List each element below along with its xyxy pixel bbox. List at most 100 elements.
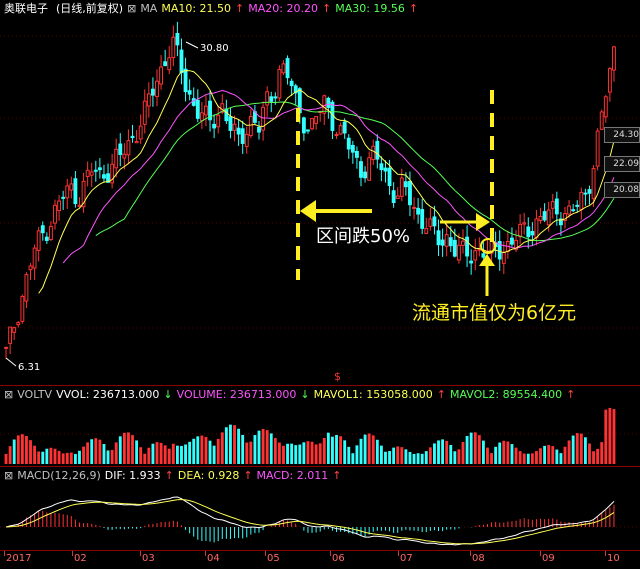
volume-bar (196, 436, 200, 464)
event-marker[interactable]: $ (334, 370, 341, 383)
x-axis-label: 10 (607, 553, 620, 564)
volume-bar (392, 447, 396, 464)
mavol1-value: MAVOL1: 153058.000 (313, 388, 433, 401)
volume-bar (367, 433, 371, 464)
volume-bar (608, 407, 612, 464)
volume-bar (261, 428, 265, 464)
volume-indicator-name[interactable]: VOLTV (17, 388, 52, 401)
candle (65, 185, 70, 199)
price-box-2: 22.09 (604, 156, 640, 172)
candle (44, 236, 49, 241)
candle (89, 171, 94, 176)
candle (363, 171, 368, 179)
volume-bar (147, 447, 151, 464)
volume-bar (25, 435, 28, 464)
candle (16, 322, 21, 326)
candle (155, 80, 159, 98)
volume-bar (592, 451, 595, 464)
volume-bar (355, 445, 359, 464)
volume-bar (290, 443, 294, 464)
price-box-3: 20.08 (604, 182, 640, 198)
x-axis-label: 04 (207, 553, 220, 564)
volume-bar (20, 434, 24, 464)
candle (301, 117, 306, 134)
volume-bar (114, 442, 118, 464)
candle (163, 61, 168, 67)
volume-bar (94, 438, 98, 464)
dif-up-arrow-icon: ↑ (164, 469, 174, 482)
volume-bar (65, 452, 69, 464)
volume-bar (428, 447, 432, 464)
candle (546, 209, 551, 226)
candle (142, 100, 147, 125)
candle (518, 223, 523, 238)
volume-bar (612, 409, 616, 464)
candle (448, 237, 453, 247)
candle (159, 66, 164, 85)
volume-bar (331, 436, 334, 464)
volume-bar (151, 443, 155, 464)
x-axis-tick (265, 551, 266, 556)
x-axis-label: 2017 (6, 553, 32, 564)
volume-bar (253, 435, 257, 464)
volume-bar (481, 440, 485, 464)
volume-bar (110, 449, 114, 464)
price-chart[interactable]: 30.80 6.31 $ (0, 18, 640, 383)
volume-bar (257, 430, 261, 464)
candle (342, 121, 347, 134)
settings-icon[interactable]: ⊠ (127, 2, 136, 15)
volume-bar (457, 449, 461, 464)
price-box-1: 24.30 (604, 127, 640, 143)
volume-bar (204, 436, 208, 464)
volume-bar (184, 444, 187, 464)
volume-bar (102, 444, 106, 464)
volume-bar (384, 451, 387, 464)
candle (265, 91, 270, 106)
dif-value: DIF: 1.933 (104, 469, 161, 482)
volume-chart[interactable] (0, 404, 640, 466)
candle (510, 237, 514, 245)
volume-bar (90, 439, 94, 464)
macd-indicator-name[interactable]: MACD(12,26,9) (17, 469, 101, 482)
candle (440, 239, 445, 246)
candle (212, 123, 217, 129)
volume-bar (49, 447, 53, 464)
candle (69, 183, 74, 191)
ma30-value: MA30: 19.56 (335, 2, 405, 15)
stock-name[interactable]: 奥联电子 (0, 2, 48, 15)
volume-bar (400, 447, 404, 464)
indicator-name[interactable]: MA (140, 2, 157, 15)
mavol2-value: MAVOL2: 89554.400 (449, 388, 563, 401)
volume-bar (86, 442, 90, 464)
candle (236, 127, 241, 135)
volume-bar (298, 444, 302, 464)
candle (322, 95, 327, 114)
volume-bar (277, 442, 281, 464)
volume-bar (273, 437, 277, 464)
right-arrow-head-icon (476, 213, 490, 231)
x-axis-tick (398, 551, 399, 556)
macd-chart[interactable] (0, 485, 640, 550)
candle (542, 211, 547, 221)
candle (375, 140, 380, 160)
drop-arrow-head-icon (300, 200, 316, 222)
volume-bar (551, 446, 555, 464)
candle (28, 265, 33, 271)
candle (346, 137, 351, 150)
volume-bar (106, 450, 110, 464)
volume-bar (477, 435, 481, 464)
period-label: (日线,前复权) (56, 2, 124, 15)
candle (130, 135, 135, 139)
candle (575, 204, 580, 207)
market-cap-annotation: 流通市值仅为6亿元 (412, 302, 577, 324)
volume-bar (339, 436, 343, 464)
volume-bar (486, 447, 489, 464)
volume-bar (286, 443, 289, 464)
macd-settings-icon[interactable]: ⊠ (0, 469, 13, 482)
volume-bar (318, 443, 322, 464)
x-axis-tick (540, 551, 541, 556)
volume-bar (518, 451, 522, 464)
volume-settings-icon[interactable]: ⊠ (0, 388, 13, 401)
volume-bar (335, 435, 338, 464)
macd-panel-header: ⊠ MACD(12,26,9) DIF: 1.933 ↑ DEA: 0.928 ↑ MACD… (0, 467, 640, 485)
